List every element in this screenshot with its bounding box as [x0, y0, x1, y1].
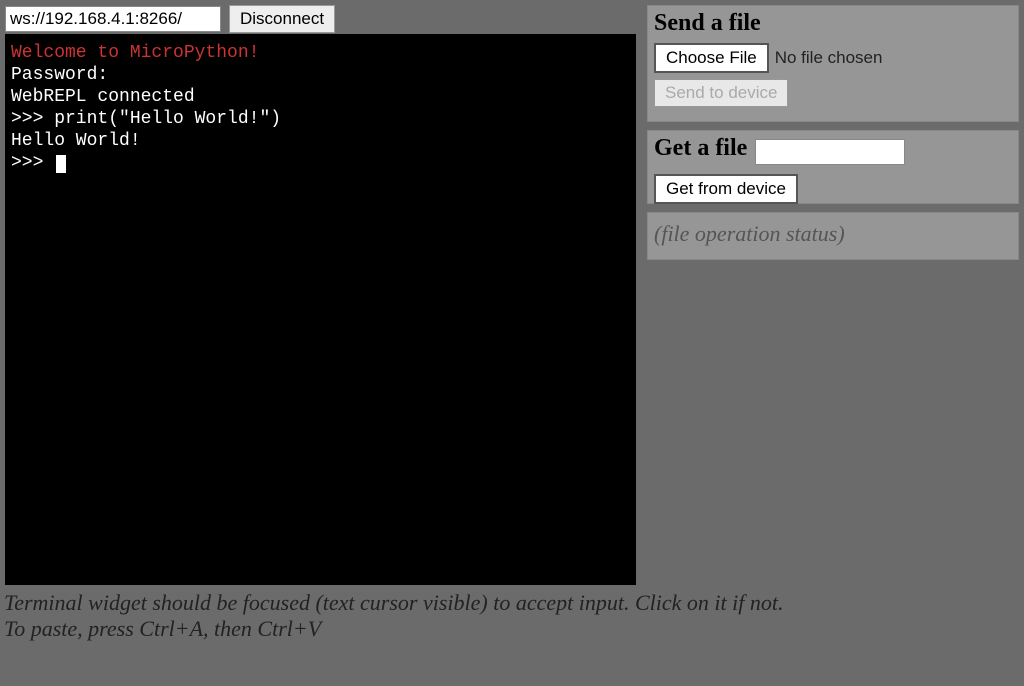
- disconnect-button[interactable]: Disconnect: [229, 5, 335, 33]
- hint-line-2: To paste, press Ctrl+A, then Ctrl+V: [4, 616, 783, 642]
- file-operation-status-panel: (file operation status): [647, 212, 1019, 260]
- choose-file-button[interactable]: Choose File: [654, 43, 769, 73]
- get-filename-input[interactable]: [755, 139, 905, 165]
- get-file-panel: Get a file Get from device: [647, 130, 1019, 204]
- hint-text: Terminal widget should be focused (text …: [4, 590, 783, 642]
- file-operation-status-text: (file operation status): [654, 221, 845, 246]
- get-file-title: Get a file: [654, 135, 747, 162]
- send-to-device-button[interactable]: Send to device: [654, 79, 788, 107]
- websocket-url-input[interactable]: [5, 6, 221, 32]
- connection-bar: Disconnect: [5, 5, 335, 33]
- get-from-device-button[interactable]: Get from device: [654, 174, 798, 204]
- file-chosen-status: No file chosen: [775, 48, 883, 68]
- send-file-panel: Send a file Choose File No file chosen S…: [647, 5, 1019, 122]
- send-file-title: Send a file: [654, 10, 761, 37]
- terminal-line: Hello World!: [11, 130, 630, 152]
- terminal[interactable]: Welcome to MicroPython! Password: WebREP…: [5, 34, 636, 585]
- cursor-icon: [56, 155, 66, 173]
- terminal-welcome-line: Welcome to MicroPython!: [11, 42, 630, 64]
- terminal-line: WebREPL connected: [11, 86, 630, 108]
- terminal-prompt-line: >>>: [11, 152, 630, 174]
- hint-line-1: Terminal widget should be focused (text …: [4, 590, 783, 616]
- terminal-line: Password:: [11, 64, 630, 86]
- terminal-line: >>> print("Hello World!"): [11, 108, 630, 130]
